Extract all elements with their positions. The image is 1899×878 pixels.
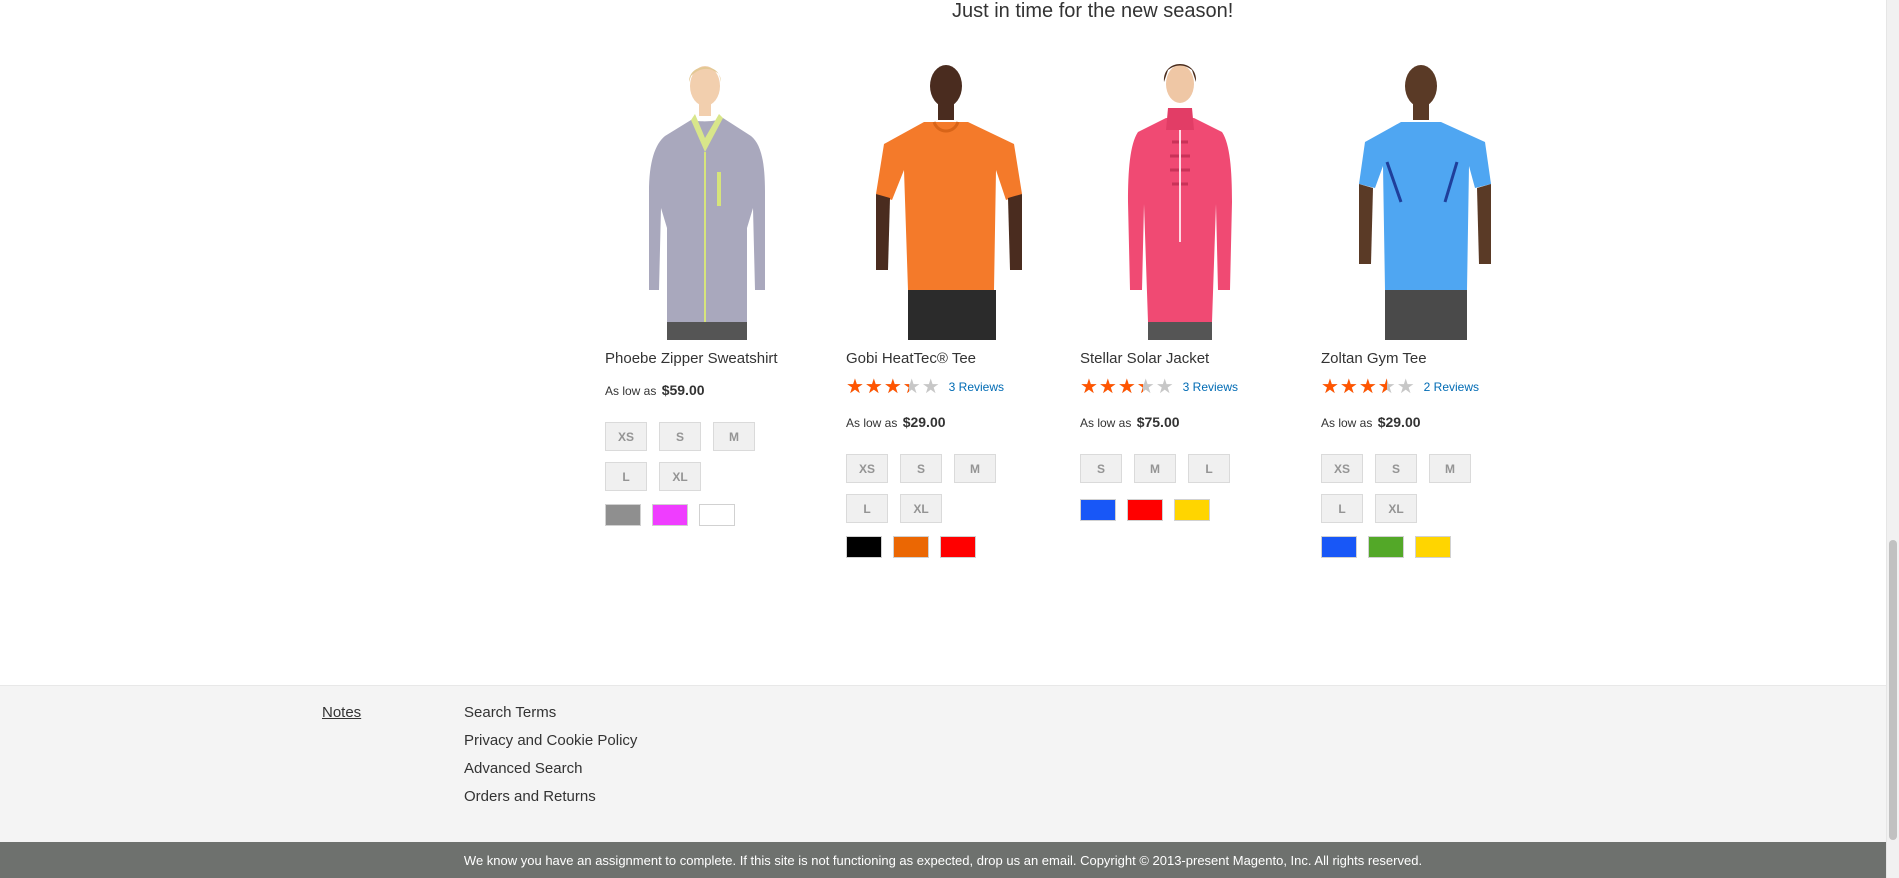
color-option-purple[interactable] bbox=[652, 504, 688, 526]
rating-stars: ★★★★★ ★★★★★ bbox=[846, 376, 941, 398]
color-option-yellow[interactable] bbox=[1415, 536, 1451, 558]
product-rating: ★★★★★ ★★★★★ 3 Reviews bbox=[1080, 377, 1238, 397]
product-image-gym-tee[interactable] bbox=[1321, 52, 1521, 340]
color-option-green[interactable] bbox=[1368, 536, 1404, 558]
size-option-xl[interactable]: XL bbox=[659, 462, 701, 491]
color-option-red[interactable] bbox=[940, 536, 976, 558]
color-swatches bbox=[846, 536, 976, 558]
color-swatches bbox=[605, 504, 735, 526]
size-option-xs[interactable]: XS bbox=[605, 422, 647, 451]
price-value: $59.00 bbox=[661, 382, 705, 398]
product-item: Stellar Solar Jacket ★★★★★ ★★★★★ 3 Revie… bbox=[1080, 52, 1280, 521]
price-box: As low as $59.00 bbox=[605, 382, 705, 398]
product-name[interactable]: Gobi HeatTec® Tee bbox=[846, 350, 976, 367]
size-option-m[interactable]: M bbox=[713, 422, 755, 451]
product-name[interactable]: Phoebe Zipper Sweatshirt bbox=[605, 350, 778, 367]
price-label: As low as bbox=[1080, 416, 1132, 430]
product-rating: ★★★★★ ★★★★★ 3 Reviews bbox=[846, 377, 1004, 397]
size-option-l[interactable]: L bbox=[605, 462, 647, 491]
footer-links: Search Terms Privacy and Cookie Policy A… bbox=[464, 704, 637, 816]
size-option-m[interactable]: M bbox=[954, 454, 996, 483]
size-option-xl[interactable]: XL bbox=[900, 494, 942, 523]
rating-stars: ★★★★★ ★★★★★ bbox=[1321, 376, 1416, 398]
product-item: Zoltan Gym Tee ★★★★★ ★★★★★ 2 Reviews As … bbox=[1321, 52, 1521, 558]
size-swatches: XS S M L XL bbox=[1321, 454, 1521, 523]
product-image-tee[interactable] bbox=[846, 52, 1046, 340]
color-option-blue[interactable] bbox=[1321, 536, 1357, 558]
size-option-s[interactable]: S bbox=[659, 422, 701, 451]
color-swatches bbox=[1321, 536, 1451, 558]
size-option-m[interactable]: M bbox=[1134, 454, 1176, 483]
product-image-sweatshirt[interactable] bbox=[605, 52, 805, 340]
copyright-text: We know you have an assignment to comple… bbox=[463, 852, 1423, 868]
page-footer: Notes Search Terms Privacy and Cookie Po… bbox=[0, 685, 1886, 842]
size-option-xs[interactable]: XS bbox=[1321, 454, 1363, 483]
footer-link-advanced-search[interactable]: Advanced Search bbox=[464, 760, 637, 788]
color-option-orange[interactable] bbox=[893, 536, 929, 558]
rating-stars: ★★★★★ ★★★★★ bbox=[1080, 376, 1175, 398]
price-value: $75.00 bbox=[1136, 414, 1180, 430]
size-swatches: S M L bbox=[1080, 454, 1280, 483]
price-box: As low as $29.00 bbox=[846, 414, 946, 430]
color-swatches bbox=[1080, 499, 1210, 521]
size-option-xs[interactable]: XS bbox=[846, 454, 888, 483]
size-option-l[interactable]: L bbox=[1321, 494, 1363, 523]
price-label: As low as bbox=[846, 416, 898, 430]
page-scrollbar[interactable] bbox=[1886, 0, 1899, 878]
product-name[interactable]: Stellar Solar Jacket bbox=[1080, 350, 1209, 367]
color-option-yellow[interactable] bbox=[1174, 499, 1210, 521]
price-label: As low as bbox=[1321, 416, 1373, 430]
reviews-link[interactable]: 3 Reviews bbox=[949, 380, 1004, 394]
scrollbar-thumb[interactable] bbox=[1889, 540, 1897, 840]
product-image-jacket[interactable] bbox=[1080, 52, 1280, 340]
reviews-link[interactable]: 2 Reviews bbox=[1424, 380, 1479, 394]
rating-fill: ★★★★★ bbox=[1321, 377, 1387, 397]
color-option-red[interactable] bbox=[1127, 499, 1163, 521]
copyright-bar: We know you have an assignment to comple… bbox=[0, 842, 1886, 878]
size-swatches: XS S M L XL bbox=[605, 422, 805, 491]
size-option-l[interactable]: L bbox=[1188, 454, 1230, 483]
price-value: $29.00 bbox=[1377, 414, 1421, 430]
product-item: Phoebe Zipper Sweatshirt As low as $59.0… bbox=[605, 52, 805, 526]
footer-link-orders-returns[interactable]: Orders and Returns bbox=[464, 788, 637, 816]
rating-fill: ★★★★★ bbox=[1080, 377, 1143, 397]
size-option-xl[interactable]: XL bbox=[1375, 494, 1417, 523]
notes-link[interactable]: Notes bbox=[322, 704, 361, 721]
price-box: As low as $75.00 bbox=[1080, 414, 1180, 430]
product-item: Gobi HeatTec® Tee ★★★★★ ★★★★★ 3 Reviews … bbox=[846, 52, 1046, 558]
price-value: $29.00 bbox=[902, 414, 946, 430]
size-option-m[interactable]: M bbox=[1429, 454, 1471, 483]
price-box: As low as $29.00 bbox=[1321, 414, 1421, 430]
product-name[interactable]: Zoltan Gym Tee bbox=[1321, 350, 1427, 367]
product-rating: ★★★★★ ★★★★★ 2 Reviews bbox=[1321, 377, 1479, 397]
color-option-black[interactable] bbox=[846, 536, 882, 558]
rating-fill: ★★★★★ bbox=[846, 377, 909, 397]
color-option-gray[interactable] bbox=[605, 504, 641, 526]
price-label: As low as bbox=[605, 384, 657, 398]
color-option-blue[interactable] bbox=[1080, 499, 1116, 521]
size-option-s[interactable]: S bbox=[900, 454, 942, 483]
size-option-s[interactable]: S bbox=[1375, 454, 1417, 483]
footer-link-privacy-policy[interactable]: Privacy and Cookie Policy bbox=[464, 732, 637, 760]
color-option-white[interactable] bbox=[699, 504, 735, 526]
size-option-s[interactable]: S bbox=[1080, 454, 1122, 483]
reviews-link[interactable]: 3 Reviews bbox=[1183, 380, 1238, 394]
size-option-l[interactable]: L bbox=[846, 494, 888, 523]
size-swatches: XS S M L XL bbox=[846, 454, 1046, 523]
footer-link-search-terms[interactable]: Search Terms bbox=[464, 704, 637, 732]
block-tagline: Just in time for the new season! bbox=[952, 0, 1234, 22]
